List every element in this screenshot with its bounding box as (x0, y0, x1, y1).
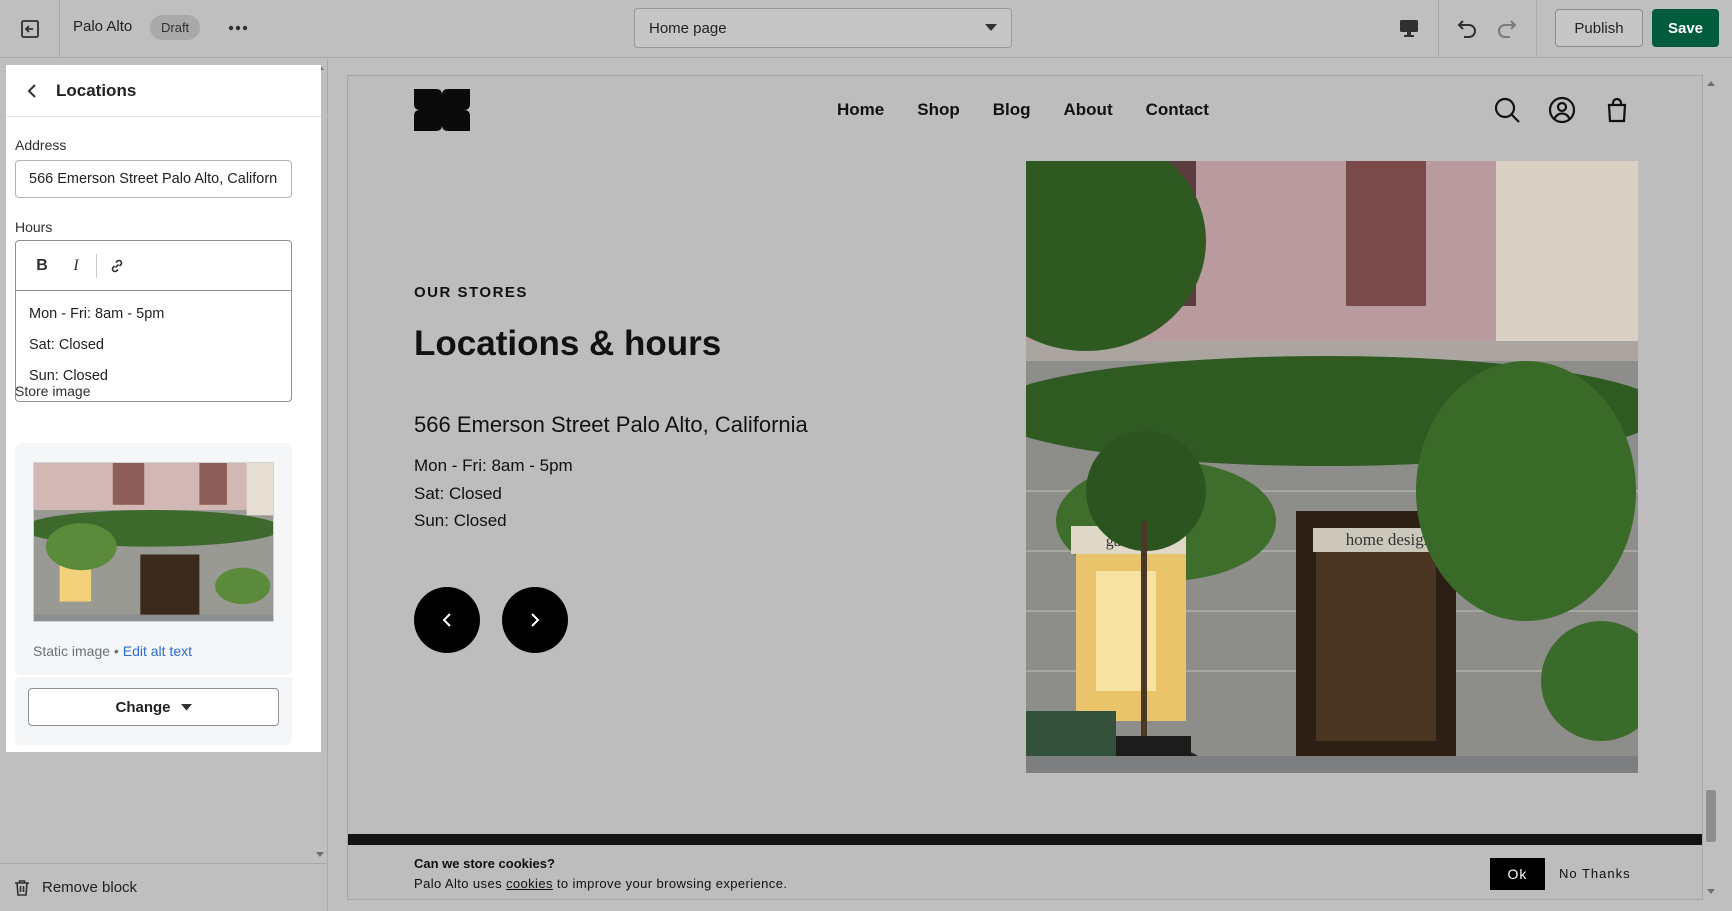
more-actions-button[interactable] (224, 16, 252, 40)
cookie-banner-text: Palo Alto uses cookies to improve your b… (414, 876, 787, 891)
bold-button[interactable]: B (26, 250, 58, 282)
link-button[interactable] (101, 250, 133, 282)
publish-button[interactable]: Publish (1555, 9, 1643, 47)
store-image-label: Store image (15, 383, 91, 399)
store-name: Palo Alto (73, 18, 133, 35)
image-meta: Static image • Edit alt text (33, 643, 192, 659)
hours-line: Sat: Closed (29, 337, 104, 353)
meta-separator: • (110, 643, 123, 659)
nav-link-blog[interactable]: Blog (993, 100, 1031, 120)
exit-icon (20, 20, 39, 38)
cookie-accept-button[interactable]: Ok (1490, 858, 1545, 890)
trash-icon (15, 879, 29, 896)
undo-icon (1457, 20, 1476, 38)
remove-block-label: Remove block (42, 879, 138, 896)
save-button[interactable]: Save (1652, 9, 1719, 47)
next-location-button[interactable] (502, 587, 568, 653)
desktop-icon (1400, 20, 1418, 37)
toolbar-divider (96, 253, 97, 278)
panel-title: Locations (56, 80, 137, 100)
search-icon[interactable] (1493, 96, 1521, 124)
cookie-decline-button[interactable]: No Thanks (1559, 866, 1631, 881)
location-hours: Mon - Fri: 8am - 5pm Sat: Closed Sun: Cl… (414, 452, 573, 535)
chevron-left-icon (27, 83, 36, 98)
hours-line: Mon - Fri: 8am - 5pm (29, 306, 165, 322)
more-horizontal-icon (228, 25, 248, 31)
toolbar-divider (1536, 0, 1537, 58)
undo-button[interactable] (1453, 14, 1481, 42)
address-input[interactable] (15, 160, 292, 198)
store-preview: Home Shop Blog About Contact OUR STORES … (347, 75, 1703, 900)
preview-scroll-thumb[interactable] (1706, 790, 1716, 842)
device-preview-button[interactable] (1395, 14, 1423, 42)
cookie-text-before: Palo Alto uses (414, 876, 506, 891)
top-bar: Palo Alto Draft Home page Publish Save (0, 0, 1732, 58)
store-logo-icon[interactable] (414, 89, 470, 131)
image-type-text: Static image (33, 643, 111, 659)
section-eyebrow: OUR STORES (414, 284, 528, 301)
hours-line: Mon - Fri: 8am - 5pm (414, 456, 573, 475)
previous-location-button[interactable] (414, 587, 480, 653)
cookies-link[interactable]: cookies (506, 876, 553, 891)
rich-text-toolbar: B I (16, 241, 291, 291)
link-icon (111, 259, 123, 272)
hours-label: Hours (15, 219, 53, 235)
panel-header: Locations (6, 65, 321, 117)
store-photo: home design gallery (1026, 161, 1638, 773)
header-icons (1493, 96, 1631, 124)
address-label: Address (15, 137, 67, 153)
locations-panel: Locations Address Hours B I Mon - Fri: 8… (6, 65, 321, 752)
toolbar-divider (1438, 0, 1439, 58)
status-badge: Draft (150, 15, 201, 40)
nav-link-home[interactable]: Home (837, 100, 884, 120)
hours-editor: B I Mon - Fri: 8am - 5pm Sat: Closed Sun… (15, 240, 292, 402)
change-label: Change (115, 698, 171, 716)
store-image-thumbnail[interactable] (33, 462, 274, 622)
footer-band (348, 834, 1702, 845)
main-navigation: Home Shop Blog About Contact (837, 100, 1209, 120)
location-name: 566 Emerson Street Palo Alto, California (414, 412, 808, 437)
store-image-card: Static image • Edit alt text (15, 443, 292, 675)
redo-icon (1498, 20, 1517, 38)
remove-block-button[interactable]: Remove block (0, 863, 328, 911)
cookie-banner-title: Can we store cookies? (414, 856, 555, 871)
nav-link-contact[interactable]: Contact (1146, 100, 1209, 120)
page-selector-value: Home page (649, 19, 727, 37)
cookie-text-after: to improve your browsing experience. (552, 876, 788, 891)
account-icon[interactable] (1548, 96, 1576, 124)
nav-link-about[interactable]: About (1064, 100, 1113, 120)
change-image-area: Change (15, 677, 292, 745)
caret-down-icon (180, 703, 192, 710)
nav-link-shop[interactable]: Shop (917, 100, 960, 120)
caret-down-icon (985, 24, 997, 31)
exit-button[interactable] (0, 0, 60, 58)
chevron-right-icon (531, 613, 540, 627)
preview-scrollbar[interactable] (1703, 75, 1719, 900)
page-selector[interactable]: Home page (634, 8, 1012, 48)
italic-button[interactable]: I (60, 250, 92, 282)
shop-sign-home-design: home design (1346, 530, 1433, 549)
hours-line: Sat: Closed (414, 483, 502, 503)
back-button[interactable] (12, 71, 52, 111)
edit-alt-text-link[interactable]: Edit alt text (123, 643, 192, 659)
redo-button[interactable] (1493, 14, 1521, 42)
hours-line: Sun: Closed (414, 511, 507, 530)
section-heading: Locations & hours (414, 324, 722, 363)
change-image-button[interactable]: Change (28, 688, 279, 726)
chevron-left-icon (442, 613, 451, 627)
shopping-bag-icon[interactable] (1603, 96, 1631, 124)
